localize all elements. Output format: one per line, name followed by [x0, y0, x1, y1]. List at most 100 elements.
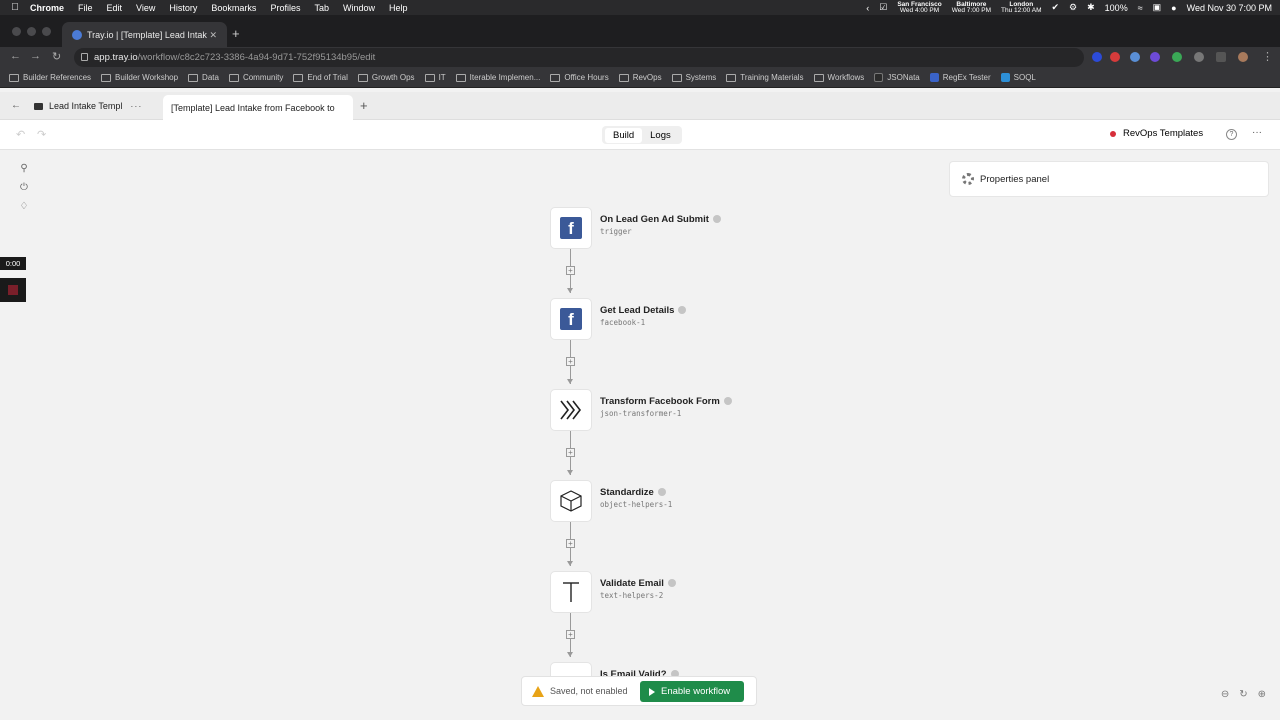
- stop-recording-button[interactable]: [0, 278, 26, 302]
- reset-zoom-icon[interactable]: ↻: [1239, 689, 1247, 700]
- more-icon[interactable]: ···: [130, 101, 142, 111]
- bookmark-folder[interactable]: Training Materials: [726, 73, 804, 82]
- bookmark-link[interactable]: RegEx Tester: [929, 73, 991, 82]
- menu-window[interactable]: Window: [343, 3, 375, 13]
- extension-icon[interactable]: [1110, 52, 1120, 62]
- connector-icon[interactable]: ⏻: [20, 182, 28, 193]
- info-icon[interactable]: [723, 397, 732, 406]
- workflow-step[interactable]: Transform Facebook Form json-transformer…: [550, 389, 770, 431]
- check-icon[interactable]: ✔: [1052, 2, 1060, 13]
- bookmark-folder[interactable]: Systems: [671, 73, 716, 82]
- info-icon[interactable]: [712, 215, 721, 224]
- menu-app[interactable]: Chrome: [30, 3, 64, 13]
- browser-menu-icon[interactable]: ⋮: [1262, 50, 1273, 63]
- undo-icon[interactable]: ↶: [16, 128, 25, 141]
- extension-icon[interactable]: [1172, 52, 1182, 62]
- bluetooth-icon[interactable]: ✱: [1087, 2, 1095, 13]
- world-clock[interactable]: San Francisco Wed 4:00 PM: [897, 1, 941, 14]
- build-tab[interactable]: Build: [605, 127, 643, 143]
- window-minimize-button[interactable]: [27, 27, 36, 36]
- menu-bookmarks[interactable]: Bookmarks: [211, 3, 256, 13]
- menu-datetime[interactable]: Wed Nov 30 7:00 PM: [1187, 3, 1272, 13]
- bookmark-folder[interactable]: Growth Ops: [357, 73, 415, 82]
- forward-icon[interactable]: →: [30, 50, 41, 62]
- info-icon[interactable]: [667, 579, 676, 588]
- bookmark-folder[interactable]: Builder References: [9, 73, 91, 82]
- add-tab-icon[interactable]: +: [360, 98, 368, 113]
- project-selector[interactable]: RevOps Templates: [1110, 128, 1203, 139]
- calendar-icon[interactable]: ☑: [879, 2, 887, 13]
- step-icon-box[interactable]: f: [550, 298, 592, 340]
- bookmark-folder[interactable]: Iterable Implemen...: [455, 73, 540, 82]
- step-icon-box[interactable]: [550, 480, 592, 522]
- add-step-icon[interactable]: +: [566, 357, 575, 366]
- bookmark-folder[interactable]: RevOps: [618, 73, 662, 82]
- extension-icon[interactable]: [1130, 52, 1140, 62]
- battery-level[interactable]: 100%: [1105, 3, 1128, 13]
- step-icon-box[interactable]: f: [550, 207, 592, 249]
- add-step-icon[interactable]: +: [566, 266, 575, 275]
- workflow-canvas[interactable]: ⚲ ⏻ ♢ 0:00 Properties panel f On Lead Ge…: [0, 151, 1280, 720]
- logs-tab[interactable]: Logs: [642, 128, 679, 143]
- step-icon-box[interactable]: [550, 571, 592, 613]
- lock-icon[interactable]: [81, 53, 88, 61]
- menu-tab[interactable]: Tab: [314, 3, 329, 13]
- tab-project[interactable]: Lead Intake Templ ···: [34, 92, 142, 120]
- menu-history[interactable]: History: [169, 3, 197, 13]
- step-icon-box[interactable]: [550, 389, 592, 431]
- menu-profiles[interactable]: Profiles: [270, 3, 300, 13]
- new-tab-icon[interactable]: +: [232, 26, 240, 41]
- bookmark-folder[interactable]: Office Hours: [550, 73, 609, 82]
- control-center-icon[interactable]: ▣: [1153, 2, 1162, 13]
- bookmark-folder[interactable]: Data: [188, 73, 219, 82]
- close-tab-icon[interactable]: ✕: [209, 30, 217, 41]
- bookmark-folder[interactable]: IT: [424, 73, 446, 82]
- add-step-icon[interactable]: +: [566, 630, 575, 639]
- workflow-step[interactable]: Standardize object-helpers-1: [550, 480, 770, 522]
- info-icon[interactable]: [678, 306, 687, 315]
- window-zoom-button[interactable]: [42, 27, 51, 36]
- properties-panel-header[interactable]: Properties panel: [949, 161, 1269, 197]
- reload-icon[interactable]: ↻: [52, 50, 61, 63]
- back-icon[interactable]: ←: [10, 50, 21, 62]
- wifi-icon[interactable]: ≈: [1138, 3, 1143, 13]
- bookmark-folder[interactable]: End of Trial: [293, 73, 348, 82]
- user-icon[interactable]: ●: [1171, 3, 1176, 13]
- bookmark-folder[interactable]: Workflows: [813, 73, 864, 82]
- world-clock[interactable]: London Thu 12:00 AM: [1001, 1, 1041, 14]
- menu-edit[interactable]: Edit: [107, 3, 123, 13]
- bookmark-link[interactable]: JSONata: [874, 73, 920, 82]
- window-close-button[interactable]: [12, 27, 21, 36]
- workflow-step[interactable]: f On Lead Gen Ad Submit trigger: [550, 207, 770, 249]
- menu-view[interactable]: View: [136, 3, 155, 13]
- profile-avatar[interactable]: [1238, 52, 1248, 62]
- search-icon[interactable]: ⚲: [20, 163, 27, 174]
- menu-file[interactable]: File: [78, 3, 93, 13]
- bookmark-folder[interactable]: Builder Workshop: [101, 73, 178, 82]
- bookmark-folder[interactable]: Community: [228, 73, 283, 82]
- add-step-icon[interactable]: +: [566, 448, 575, 457]
- extension-icon[interactable]: [1092, 52, 1102, 62]
- zoom-out-icon[interactable]: ⊖: [1221, 689, 1229, 700]
- more-options-icon[interactable]: ···: [1252, 127, 1262, 138]
- workflow-step[interactable]: Validate Email text-helpers-2: [550, 571, 770, 613]
- extension-icon[interactable]: [1150, 52, 1160, 62]
- add-step-icon[interactable]: +: [566, 539, 575, 548]
- tab-workflow[interactable]: [Template] Lead Intake from Facebook to: [163, 95, 353, 120]
- menu-help[interactable]: Help: [389, 3, 408, 13]
- apple-icon[interactable]: : [0, 2, 30, 13]
- redo-icon[interactable]: ↷: [37, 128, 46, 141]
- puzzle-icon[interactable]: [1194, 52, 1204, 62]
- sidebar-icon[interactable]: [1216, 52, 1226, 62]
- back-arrow-icon[interactable]: ←: [11, 100, 21, 111]
- bookmark-link[interactable]: SOQL: [1000, 73, 1036, 82]
- info-icon[interactable]: [657, 488, 666, 497]
- services-icon[interactable]: ♢: [20, 201, 29, 212]
- browser-tab[interactable]: Tray.io | [Template] Lead Intak ✕: [62, 22, 227, 48]
- enable-workflow-button[interactable]: Enable workflow: [640, 681, 744, 702]
- help-icon[interactable]: ?: [1226, 129, 1237, 140]
- settings-icon[interactable]: ⚙: [1069, 2, 1077, 13]
- world-clock[interactable]: Baltimore Wed 7:00 PM: [952, 1, 991, 14]
- url-bar[interactable]: app.tray.io/workflow/c8c2c723-3386-4a94-…: [74, 48, 1084, 67]
- zoom-in-icon[interactable]: ⊕: [1258, 689, 1266, 700]
